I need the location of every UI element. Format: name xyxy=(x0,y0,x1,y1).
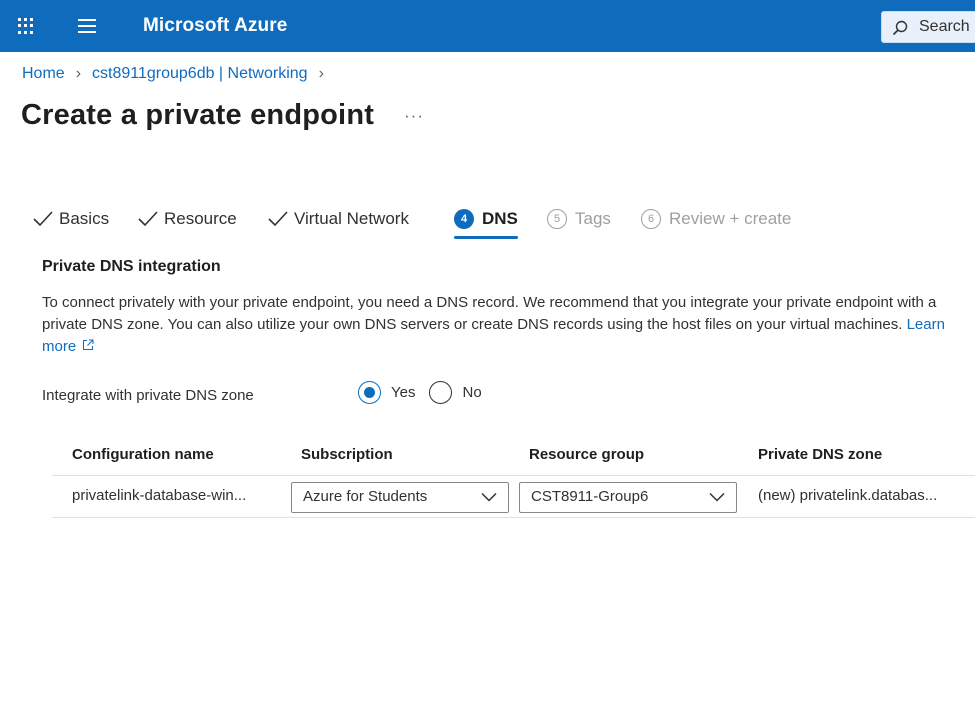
chevron-right-icon: › xyxy=(318,65,324,82)
brand-title[interactable]: Microsoft Azure xyxy=(143,15,287,37)
search-box[interactable]: Search r xyxy=(881,11,975,43)
top-bar: Microsoft Azure Search r xyxy=(0,0,975,52)
chevron-right-icon: › xyxy=(75,65,82,82)
tab-resource[interactable]: Resource xyxy=(137,202,237,236)
search-icon xyxy=(892,20,908,36)
dns-zone-cell: (new) privatelink.databas... xyxy=(758,487,938,504)
tab-virtual-network[interactable]: Virtual Network xyxy=(267,202,409,236)
resource-group-value: CST8911-Group6 xyxy=(531,488,649,505)
breadcrumb-home[interactable]: Home xyxy=(22,65,65,83)
column-header: Private DNS zone xyxy=(758,446,883,463)
chevron-down-icon xyxy=(481,492,497,502)
chevron-down-icon xyxy=(709,492,725,502)
checkmark-icon xyxy=(33,211,53,227)
config-name-cell: privatelink-database-win... xyxy=(72,487,247,504)
tab-dns[interactable]: 4 DNS xyxy=(454,202,518,236)
external-link-icon xyxy=(83,339,94,350)
tab-label: Review + create xyxy=(669,209,792,228)
step-number-badge: 4 xyxy=(454,209,474,229)
active-tab-indicator xyxy=(454,236,518,239)
hamburger-icon[interactable] xyxy=(78,19,96,33)
checkmark-icon xyxy=(138,211,158,227)
search-placeholder: Search r xyxy=(919,18,975,35)
table-row: privatelink-database-win... Azure for St… xyxy=(52,476,975,518)
tab-label: Tags xyxy=(575,209,611,228)
column-header: Configuration name xyxy=(72,446,214,463)
breadcrumb: Home › cst8911group6db | Networking › xyxy=(22,65,335,83)
waffle-icon[interactable] xyxy=(14,14,38,38)
tab-label: DNS xyxy=(482,209,518,228)
integrate-dns-label: Integrate with private DNS zone xyxy=(42,387,254,404)
integrate-dns-radio-group: Yes No xyxy=(358,381,496,404)
step-number-badge: 6 xyxy=(641,209,661,229)
subscription-value: Azure for Students xyxy=(303,488,428,505)
radio-no[interactable] xyxy=(429,381,453,404)
tab-label: Basics xyxy=(59,209,110,228)
table-header: Configuration name Subscription Resource… xyxy=(52,436,975,476)
subscription-select[interactable]: Azure for Students xyxy=(291,482,509,513)
tab-label: Virtual Network xyxy=(294,209,409,228)
column-header: Resource group xyxy=(529,446,645,463)
more-options-icon[interactable]: ··· xyxy=(404,106,424,126)
section-description: To connect privately with your private e… xyxy=(42,292,972,358)
breadcrumb-networking[interactable]: cst8911group6db | Networking xyxy=(92,65,308,83)
tab-label: Resource xyxy=(164,209,237,228)
tab-basics[interactable]: Basics xyxy=(32,202,109,236)
tab-review-create[interactable]: 6 Review + create xyxy=(641,202,791,236)
page-title: Create a private endpoint xyxy=(21,99,375,131)
radio-no-label[interactable]: No xyxy=(462,384,481,401)
resource-group-select[interactable]: CST8911-Group6 xyxy=(519,482,737,513)
radio-yes[interactable] xyxy=(358,381,381,404)
section-title: Private DNS integration xyxy=(42,258,221,275)
checkmark-icon xyxy=(268,211,288,227)
radio-yes-label[interactable]: Yes xyxy=(391,384,415,401)
tab-tags[interactable]: 5 Tags xyxy=(547,202,611,236)
step-number-badge: 5 xyxy=(547,209,567,229)
column-header: Subscription xyxy=(301,446,393,463)
description-text: To connect privately with your private e… xyxy=(42,294,937,333)
